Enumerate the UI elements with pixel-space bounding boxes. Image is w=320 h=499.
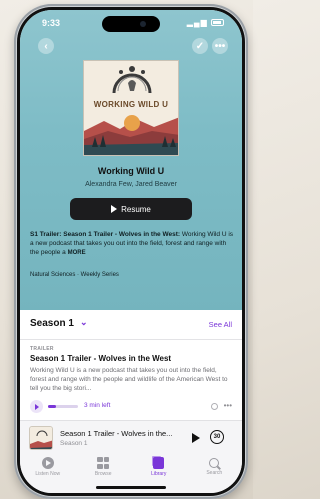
library-icon [153,457,165,469]
signal-icon: ▂▄▆ [186,18,208,27]
dynamic-island [102,16,160,32]
episode-time-left: 3 min left [84,402,111,409]
mini-player-subtitle: Season 1 [60,440,88,447]
tab-label: Library [151,471,167,477]
podcast-authors: Alexandra Few, Jared Beaver [85,181,177,188]
tab-listen-now[interactable]: Listen Now [26,457,70,493]
see-all-link[interactable]: See All [209,320,232,329]
back-button[interactable]: ‹ [38,38,54,54]
more-link[interactable]: MORE [68,250,86,256]
episode-title[interactable]: Season 1 Trailer - Wolves in the West [30,354,171,363]
status-time: 9:33 [42,18,61,28]
episode-progress-bar [48,405,78,408]
season-header: Season 1 ⌄ See All [20,310,242,340]
play-icon [111,205,118,213]
episode-play-button[interactable] [30,400,43,413]
mini-player-title: Season 1 Trailer - Wolves in the... [60,429,173,438]
season-selector[interactable]: Season 1 [30,318,74,329]
checkmark-icon: ✓ [195,40,205,52]
episode-controls: 3 min left ••• [30,400,232,414]
chevron-left-icon: ‹ [44,40,48,52]
tab-label: Search [206,470,223,476]
phone-frame: 9:33 ▂▄▆ ‹ ✓ ••• WORKING WILD U Working … [14,4,248,499]
browse-grid-icon [97,457,110,469]
mini-player[interactable]: Season 1 Trailer - Wolves in the... Seas… [20,420,242,454]
episode-item[interactable]: TRAILER Season 1 Trailer - Wolves in the… [20,340,242,420]
screen: 9:33 ▂▄▆ ‹ ✓ ••• WORKING WILD U Working … [20,10,242,493]
download-icon[interactable] [211,403,218,410]
episode-tag: TRAILER [30,346,54,352]
podcast-title[interactable]: Working Wild U [20,166,242,176]
battery-icon [211,19,224,27]
play-icon [35,403,39,410]
episode-description: Working Wild U is a new podcast that tak… [30,367,228,392]
podcast-category: Natural Sciences · Weekly Series [30,272,119,278]
mini-artwork-illustration [30,427,52,449]
chevron-down-icon[interactable]: ⌄ [80,317,88,328]
more-options-button[interactable]: ••• [212,38,228,54]
home-indicator[interactable] [96,486,166,489]
tab-label: Listen Now [35,471,61,477]
mini-player-artwork [29,426,53,450]
status-icons: ▂▄▆ [187,18,224,27]
skip-forward-label: 30 [213,434,221,440]
followed-button[interactable]: ✓ [192,38,208,54]
ellipsis-icon: ••• [214,40,226,52]
skip-forward-button[interactable]: 30 [210,430,224,444]
search-icon [209,458,220,468]
description-title: S1 Trailer: Season 1 Trailer - Wolves in… [30,231,181,238]
podcast-header: 9:33 ▂▄▆ ‹ ✓ ••• WORKING WILD U Working … [20,10,242,318]
status-bar: 9:33 ▂▄▆ [20,10,242,34]
resume-label: Resume [121,204,151,214]
tab-label: Browse [94,471,112,477]
resume-button[interactable]: Resume [70,198,192,220]
mini-play-button[interactable] [192,433,200,443]
podcast-description[interactable]: S1 Trailer: Season 1 Trailer - Wolves in… [30,230,235,258]
tab-search[interactable]: Search [192,457,236,493]
episode-more-icon[interactable]: ••• [224,401,232,410]
artwork-title: WORKING WILD U [93,100,169,109]
episode-progress-fill [48,405,56,408]
listen-now-icon [41,457,54,469]
camera-icon [140,21,146,27]
podcast-artwork[interactable]: WORKING WILD U [83,60,179,156]
